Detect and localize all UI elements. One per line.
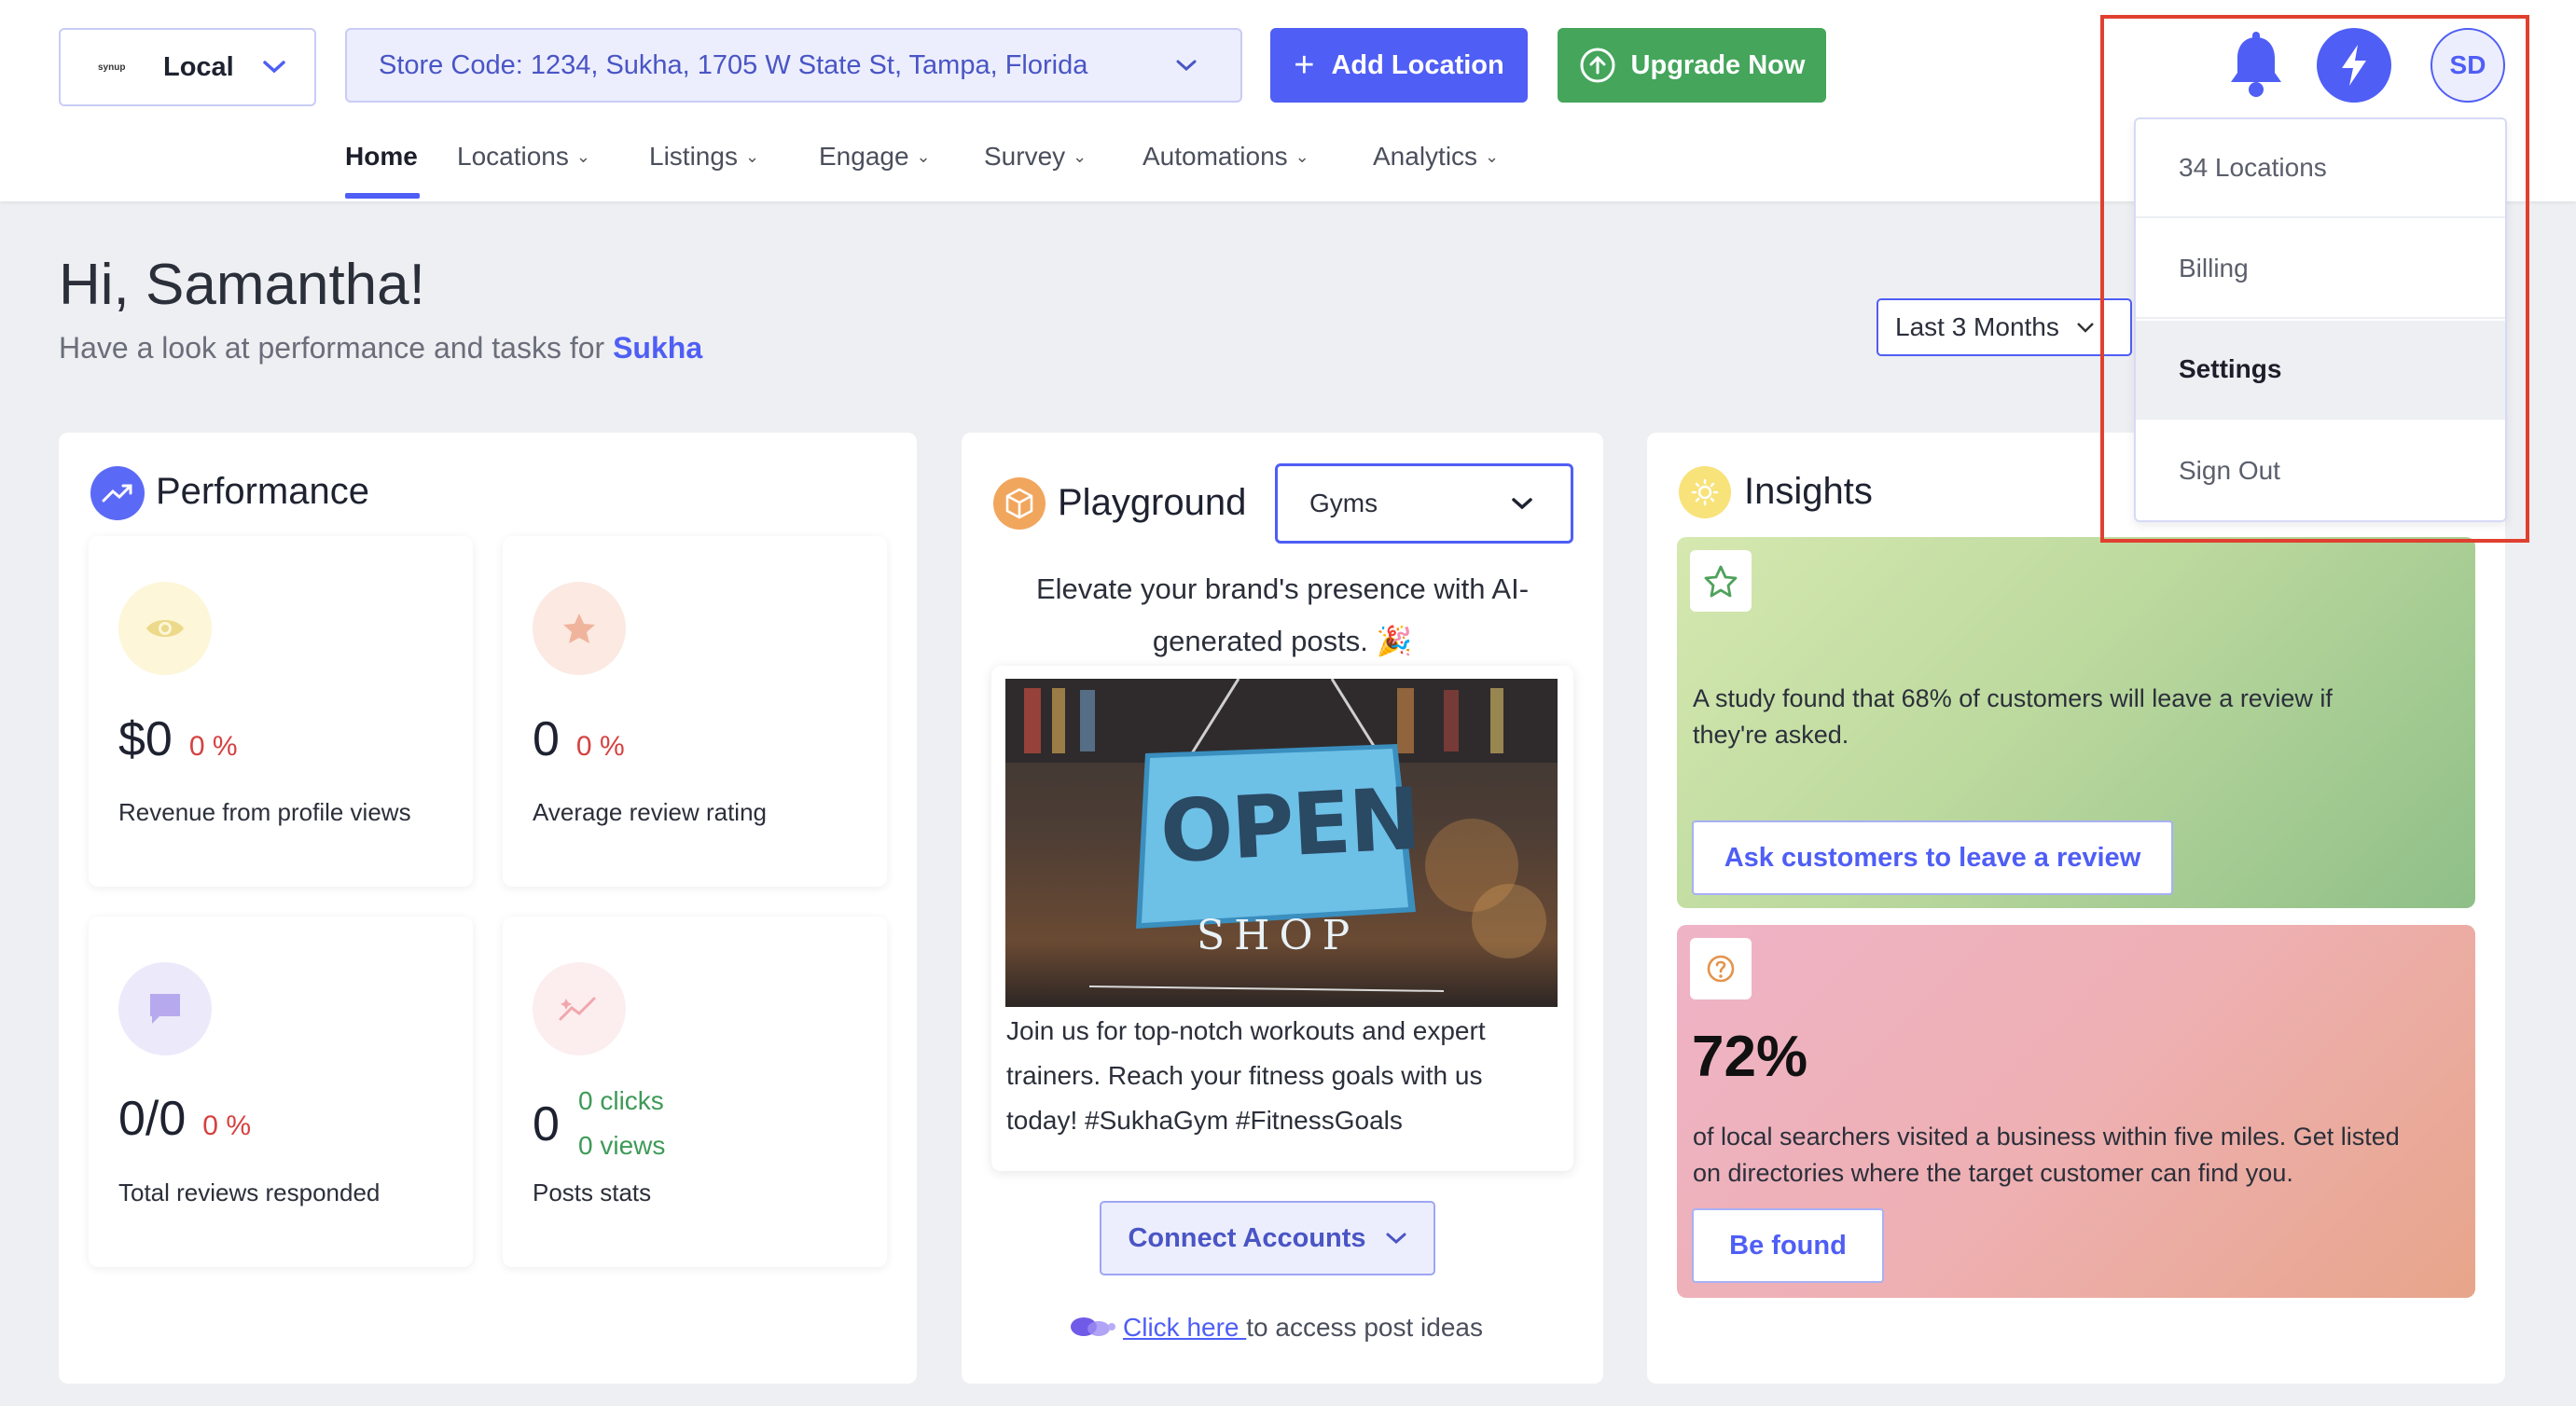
upgrade-now-button[interactable]: Upgrade Now [1558, 28, 1826, 103]
store-selector[interactable]: Store Code: 1234, Sukha, 1705 W State St… [345, 28, 1242, 103]
tab-locations[interactable]: Locations ⌄ [457, 142, 590, 172]
cube-icon [993, 477, 1046, 530]
metric-value: $0 [118, 712, 173, 766]
store-selector-label: Store Code: 1234, Sukha, 1705 W State St… [379, 49, 1088, 80]
star-outline-icon [1690, 550, 1752, 612]
metric-change: 0 % [202, 1110, 251, 1141]
eye-icon [118, 582, 212, 675]
chevron-down-icon: ⌄ [1295, 146, 1309, 166]
tab-survey[interactable]: Survey ⌄ [984, 142, 1087, 172]
highlight-annotation-box [2100, 15, 2529, 543]
metric-label: Average review rating [533, 798, 767, 826]
metric-value: 0/0 [118, 1092, 187, 1146]
chevron-down-icon: ⌄ [916, 146, 931, 166]
sign-open-text: OPEN [1157, 768, 1422, 883]
chat-bubble-icon [118, 962, 212, 1055]
post-ideas-link[interactable]: Click here [1123, 1313, 1246, 1343]
brand-label: Local [163, 51, 234, 82]
insight-text: of local searchers visited a business wi… [1693, 1123, 2400, 1187]
page-title: Hi, Samantha! [59, 253, 425, 317]
chevron-down-icon [1386, 1233, 1406, 1245]
sparkle-trend-icon [533, 962, 626, 1055]
chevron-down-icon: ⌄ [575, 146, 590, 166]
arrow-up-circle-icon [1580, 48, 1615, 83]
insight-stat: 72% [1692, 1025, 1808, 1089]
add-location-button[interactable]: + Add Location [1270, 28, 1528, 103]
metric-change: 0 % [575, 731, 625, 762]
chevron-down-icon [1176, 60, 1197, 72]
metric-value: 0 [533, 712, 560, 766]
date-range-select[interactable]: Last 3 Months [1877, 298, 2132, 356]
chevron-down-icon: ⌄ [1485, 146, 1500, 166]
playground-title: Playground [1058, 482, 1247, 523]
metric-change: 0 % [188, 731, 238, 762]
ai-spark-icon [1071, 1317, 1115, 1336]
tab-listings[interactable]: Listings ⌄ [649, 142, 759, 172]
playground-intro: Elevate your brand's presence with AI- g… [1035, 572, 1530, 657]
metric-label: Posts stats [533, 1179, 652, 1206]
sun-icon [1679, 466, 1731, 518]
trend-up-icon [90, 466, 145, 520]
chevron-down-icon [263, 61, 285, 74]
brand-selector[interactable]: synup Local [59, 28, 316, 106]
metric-label: Revenue from profile views [118, 798, 411, 826]
post-views: 0 views [578, 1131, 666, 1160]
tab-engage[interactable]: Engage ⌄ [819, 142, 931, 172]
category-select[interactable]: Gyms [1275, 463, 1573, 544]
chevron-down-icon: ⌄ [1073, 146, 1087, 166]
page-subtitle: Have a look at performance and tasks for… [59, 331, 703, 365]
business-link[interactable]: Sukha [613, 331, 702, 365]
plus-icon: + [1294, 45, 1315, 85]
insights-title: Insights [1744, 471, 1873, 512]
tab-analytics[interactable]: Analytics ⌄ [1373, 142, 1499, 172]
performance-title: Performance [156, 471, 369, 512]
metric-value: 0 [533, 1097, 560, 1151]
chevron-down-icon [1512, 498, 1532, 510]
question-mark-icon [1690, 938, 1752, 999]
sign-shop-text: SHOP [1197, 912, 1360, 959]
ask-review-button[interactable]: Ask customers to leave a review [1692, 820, 2173, 895]
post-caption: Join us for top-notch workouts and exper… [1006, 1016, 1486, 1135]
metric-label: Total reviews responded [118, 1179, 381, 1206]
chevron-down-icon: ⌄ [744, 146, 760, 166]
brand-logo: synup [98, 62, 126, 73]
active-tab-indicator [345, 193, 420, 199]
chevron-down-icon [2076, 323, 2094, 333]
be-found-button[interactable]: Be found [1692, 1208, 1884, 1283]
tab-home[interactable]: Home [345, 142, 418, 172]
insight-text: A study found that 68% of customers will… [1693, 684, 2333, 749]
connect-accounts-button[interactable]: Connect Accounts [1100, 1201, 1435, 1275]
post-clicks: 0 clicks [578, 1086, 664, 1115]
tab-automations[interactable]: Automations ⌄ [1143, 142, 1309, 172]
star-icon [533, 582, 626, 675]
